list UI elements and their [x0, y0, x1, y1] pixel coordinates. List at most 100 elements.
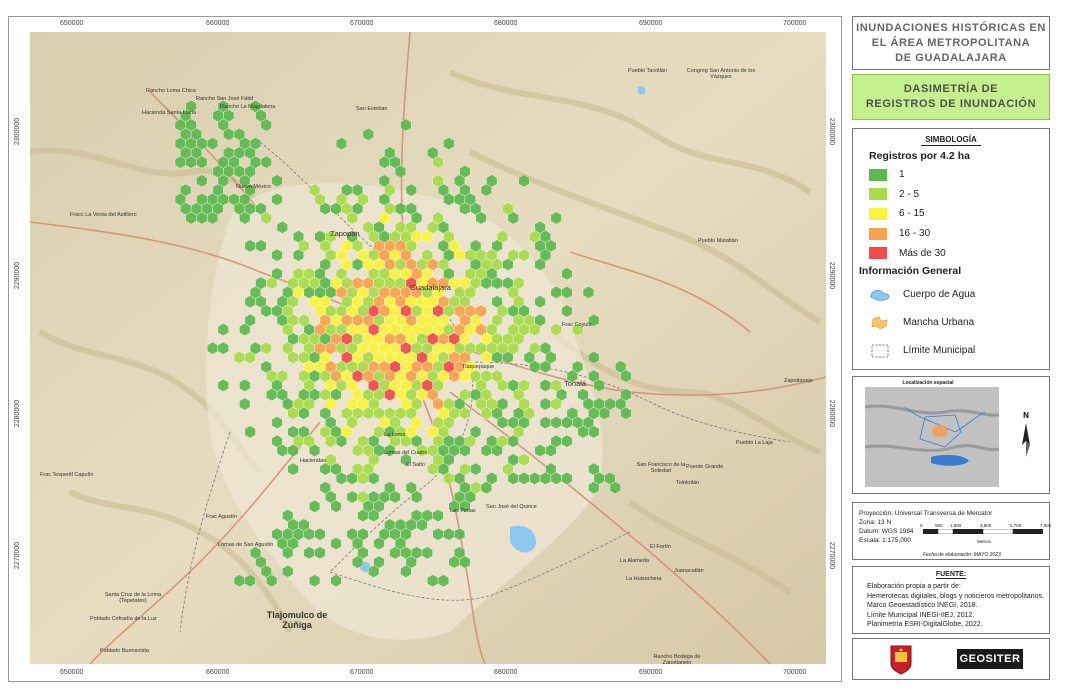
place-label: Congreg San Antonio de los Vázquez — [686, 68, 756, 80]
place-label: Zapopan — [330, 229, 360, 238]
x-tick-label: 670000 — [350, 20, 374, 27]
y-tick-label: 2280000 — [828, 399, 836, 428]
place-label: Pueblo La Laja — [736, 440, 773, 446]
legend-info-title: Información General — [859, 264, 962, 277]
place-label: Rancho La Magdalena — [220, 104, 276, 110]
place-label: Juanacatlán — [674, 568, 704, 574]
place-label: Poblado Buenavista — [100, 648, 149, 654]
place-label: Lomas de San Agustín — [218, 542, 274, 548]
legend-urban-area: Mancha Urbana — [869, 309, 1049, 337]
legend-swatch — [869, 247, 887, 260]
place-label: Poblado Cofradía de la Luz — [90, 616, 157, 622]
legend-water-label: Cuerpo de Agua — [903, 289, 976, 301]
legend-class-label: 2 - 5 — [899, 188, 920, 200]
x-tick-label: 650000 — [60, 20, 84, 27]
map-area[interactable]: Zapopan Guadalajara Tlaquepaque Tonalá El Sa… — [30, 32, 826, 664]
place-label: Santa Cruz de la Loma (Tepetates) — [104, 592, 162, 604]
legend-swatch — [869, 168, 887, 181]
scale-tick-label: 1,900 — [950, 523, 962, 528]
legend-class-row: 6 - 15 — [869, 204, 1049, 224]
x-tick-label: 700000 — [783, 20, 807, 27]
logos-panel: GEOSITER — [852, 638, 1050, 680]
urban-area-icon — [871, 316, 888, 330]
place-label: Lomas del Cuatro — [384, 450, 428, 456]
projection-line: Proyección: Universal Transversa de Merc… — [859, 510, 993, 517]
place-label: Frac Tesperitl Capulín — [40, 472, 94, 478]
legend-class-row: 16 - 30 — [869, 224, 1049, 244]
geositer-logo: GEOSITER — [957, 649, 1023, 669]
x-tick-label: 660000 — [206, 20, 230, 27]
map-subtitle-line: DASIMETRÍA DE — [903, 83, 999, 95]
y-tick-label: 2300000 — [14, 117, 22, 146]
scale-units: Metros — [977, 539, 991, 544]
place-label: Guadalajara — [410, 283, 451, 292]
scale-bar: 0 950 1,900 3,800 5,700 7,600 Metros — [920, 521, 1051, 546]
source-line: Planimetría ESRI-DigitalGlobe, 2022. — [867, 621, 983, 628]
source-line: Marco Geoestadístico INEGI, 2018. — [867, 602, 978, 609]
legend-class-label: 6 - 15 — [899, 208, 925, 220]
place-label: Tlaquepaque — [462, 364, 495, 370]
legend-class-row: 1 — [869, 165, 1049, 185]
place-label: Tlajomulco de Zúñiga — [266, 610, 328, 630]
source-line: Elaboración propia a partir de: — [867, 583, 961, 590]
y-tick-label: 2290000 — [828, 261, 836, 290]
scale-tick-label: 0 — [920, 523, 923, 528]
place-label: Rancho San José Fátid — [196, 96, 254, 102]
y-tick-label: 2300000 — [828, 117, 836, 146]
place-label: Frac Coyula — [562, 322, 592, 328]
legend-water-body: Cuerpo de Agua — [869, 281, 1049, 309]
map-subtitle-line: REGISTROS DE INUNDACIÓN — [865, 98, 1037, 110]
place-label: Tonalá — [564, 379, 587, 388]
y-tick-label: 2270000 — [828, 541, 836, 570]
place-label: Rancho Loma Chica — [146, 88, 196, 94]
place-label: La Alameda — [620, 558, 650, 564]
svg-text:N: N — [1023, 411, 1029, 420]
place-label: Zapotlanejo — [784, 378, 813, 384]
place-label: San Esteban — [356, 106, 388, 112]
water-body-icon — [870, 289, 890, 301]
place-label: Rancho Bodega de Zapotlanejo — [653, 654, 701, 664]
y-tick-label: 2290000 — [14, 261, 22, 290]
study-area-marker — [932, 425, 948, 437]
source-heading: FUENTE: — [935, 571, 967, 579]
place-label: La Huizachera — [626, 576, 662, 582]
location-inset-map — [865, 387, 999, 487]
legend-panel: SIMBOLOGÍA Registros por 4.2 ha 1 2 - 5 6 … — [852, 128, 1050, 370]
y-tick-label: 2280000 — [14, 399, 22, 428]
legend-swatch — [869, 227, 887, 240]
municipal-boundary-icon — [871, 344, 889, 358]
place-label: Fracc La Venta del Astillero — [70, 212, 137, 218]
place-label: Haciendas — [300, 458, 326, 464]
map-title-line: INUNDACIONES HISTÓRICAS EN — [856, 21, 1046, 34]
source-line: Hemerotecas digitales, blogs y noticiero… — [867, 592, 1045, 600]
scale-tick-label: 5,700 — [1010, 523, 1022, 528]
legend-registros-title: Registros por 4.2 ha — [869, 150, 970, 162]
location-panel: Localización espacial N — [852, 376, 1050, 494]
x-tick-label: 650000 — [60, 669, 84, 676]
place-label: Frac Agustín — [206, 514, 237, 520]
map-title-line: EL ÁREA METROPOLITANA — [871, 36, 1031, 49]
x-tick-label: 680000 — [494, 669, 518, 676]
scale-tick-label: 950 — [935, 523, 943, 528]
legend-heading: SIMBOLOGÍA — [921, 135, 981, 146]
place-label: Hacienda Santa Lucía — [142, 110, 197, 116]
place-label: Las Pintas — [450, 508, 476, 514]
legend-swatch — [869, 207, 887, 220]
place-label: Nuevo México — [236, 184, 271, 190]
x-tick-label: 660000 — [206, 669, 230, 676]
legend-classes: 1 2 - 5 6 - 15 16 - 30 Más de 30 — [853, 165, 1049, 263]
elaboration-date: Fecha de elaboración: MAYO 2023 — [923, 552, 1001, 558]
map-title: INUNDACIONES HISTÓRICAS EN EL ÁREA METRO… — [852, 16, 1050, 70]
basemap — [30, 32, 826, 664]
legend-boundary-label: Límite Municipal — [903, 345, 976, 357]
place-label: Pueblo Tacotlán — [628, 68, 668, 74]
y-tick-label: 2270000 — [14, 541, 22, 570]
x-tick-label: 670000 — [350, 669, 374, 676]
legend-class-label: Más de 30 — [899, 247, 946, 259]
legend-class-label: 16 - 30 — [899, 228, 931, 240]
scale-tick-label: 7,600 — [1040, 523, 1052, 528]
projection-panel: Proyección: Universal Transversa de Merc… — [852, 502, 1051, 560]
university-seal-logo — [890, 645, 912, 675]
map-title-line: DE GUADALAJARA — [895, 51, 1007, 64]
legend-class-row: 2 - 5 — [869, 185, 1049, 205]
